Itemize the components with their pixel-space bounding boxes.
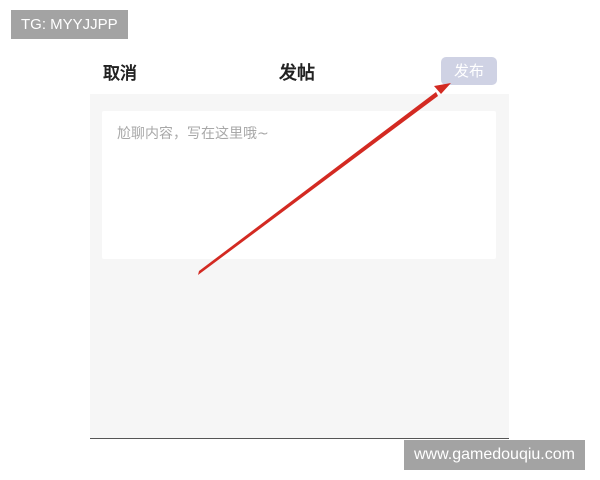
publish-button[interactable]: 发布	[441, 57, 497, 85]
watermark-bottom: www.gamedouqiu.com	[404, 440, 585, 470]
watermark-top: TG: MYYJJPP	[11, 10, 128, 39]
cancel-button[interactable]: 取消	[103, 59, 137, 84]
page-title: 发帖	[279, 63, 315, 84]
divider	[90, 438, 509, 439]
post-editor	[102, 111, 496, 259]
post-content-input[interactable]	[102, 111, 496, 259]
